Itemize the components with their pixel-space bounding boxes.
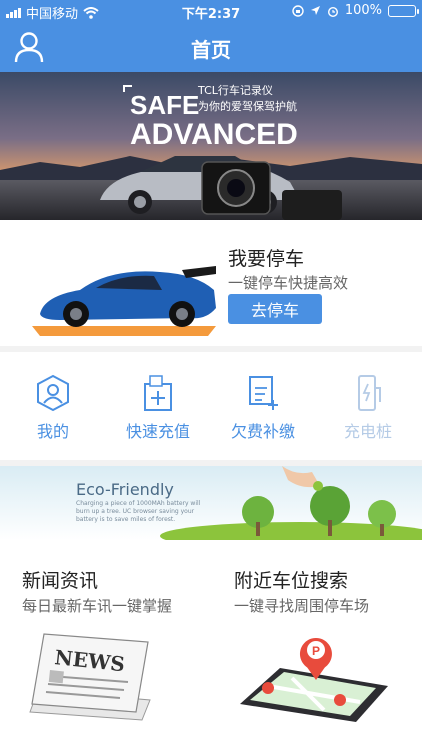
alarm-icon <box>327 6 338 17</box>
menu-label-charging-pile: 充电桩 <box>343 422 392 441</box>
nearby-subtitle: 一键寻找周围停车场 <box>234 597 370 615</box>
user-icon <box>37 374 69 412</box>
go-parking-button[interactable]: 去停车 <box>228 294 322 324</box>
charging-pile-icon <box>358 375 381 411</box>
location-icon <box>310 6 320 15</box>
nearby-parking-card[interactable]: 附近车位搜索 一键寻找周围停车场 P <box>212 540 422 750</box>
menu-item-charging-pile[interactable]: 充电桩 <box>318 374 418 442</box>
battery-icon <box>388 4 419 17</box>
menu-label-recharge: 快速充值 <box>125 422 190 441</box>
banner-headline-1: SAFE <box>130 90 199 120</box>
parking-title: 我要停车 <box>228 248 305 270</box>
battery-percent: 100% <box>344 3 382 18</box>
eco-title: Eco-Friendly <box>76 480 174 499</box>
menu-item-arrears[interactable]: 欠费补缴 <box>213 374 313 442</box>
status-bar: 中国移动 下午2:37 100% <box>0 0 422 22</box>
quick-menu: 我的 快速充值 欠费补缴 充电桩 <box>0 352 422 460</box>
eco-subtitle: Charging a piece of 1000MAh battery will… <box>76 500 201 523</box>
sports-car-image <box>32 266 216 336</box>
nearby-title: 附近车位搜索 <box>234 570 349 592</box>
svg-text:P: P <box>312 644 320 658</box>
eco-banner[interactable]: Eco-Friendly Charging a piece of 1000MAh… <box>0 466 422 540</box>
news-title: 新闻资讯 <box>22 570 99 592</box>
menu-item-mine[interactable]: 我的 <box>3 374 103 442</box>
parking-card: 我要停车 一键停车快捷高效 去停车 <box>0 220 422 346</box>
bill-icon <box>249 376 278 410</box>
dashcam-banner[interactable]: SAFE ADVANCED TCL行车记录仪 为你的爱驾保驾护航 <box>0 72 422 220</box>
menu-item-recharge[interactable]: 快速充值 <box>108 374 208 442</box>
recharge-icon <box>144 375 172 411</box>
banner-brand: TCL行车记录仪 <box>197 83 273 97</box>
parking-subtitle: 一键停车快捷高效 <box>228 274 349 292</box>
banner-headline-2: ADVANCED <box>130 118 298 151</box>
page-title: 首页 <box>191 38 231 62</box>
bottom-cards: 新闻资讯 每日最新车讯一键掌握 NEWS 附近车位搜索 一键寻找周围停车场 P <box>0 540 422 750</box>
newspaper-image: NEWS <box>29 633 151 721</box>
news-subtitle: 每日最新车讯一键掌握 <box>22 597 173 615</box>
nav-bar: 首页 <box>0 22 422 72</box>
dashcam-banner-image: SAFE ADVANCED TCL行车记录仪 为你的爱驾保驾护航 <box>0 72 422 220</box>
news-card[interactable]: 新闻资讯 每日最新车讯一键掌握 NEWS <box>0 540 210 750</box>
map-phone-image: P <box>240 638 388 722</box>
menu-label-mine: 我的 <box>36 422 69 441</box>
lock-rotation-icon <box>292 4 304 17</box>
menu-label-arrears: 欠费补缴 <box>230 422 295 441</box>
banner-slogan: 为你的爱驾保驾护航 <box>198 99 297 113</box>
